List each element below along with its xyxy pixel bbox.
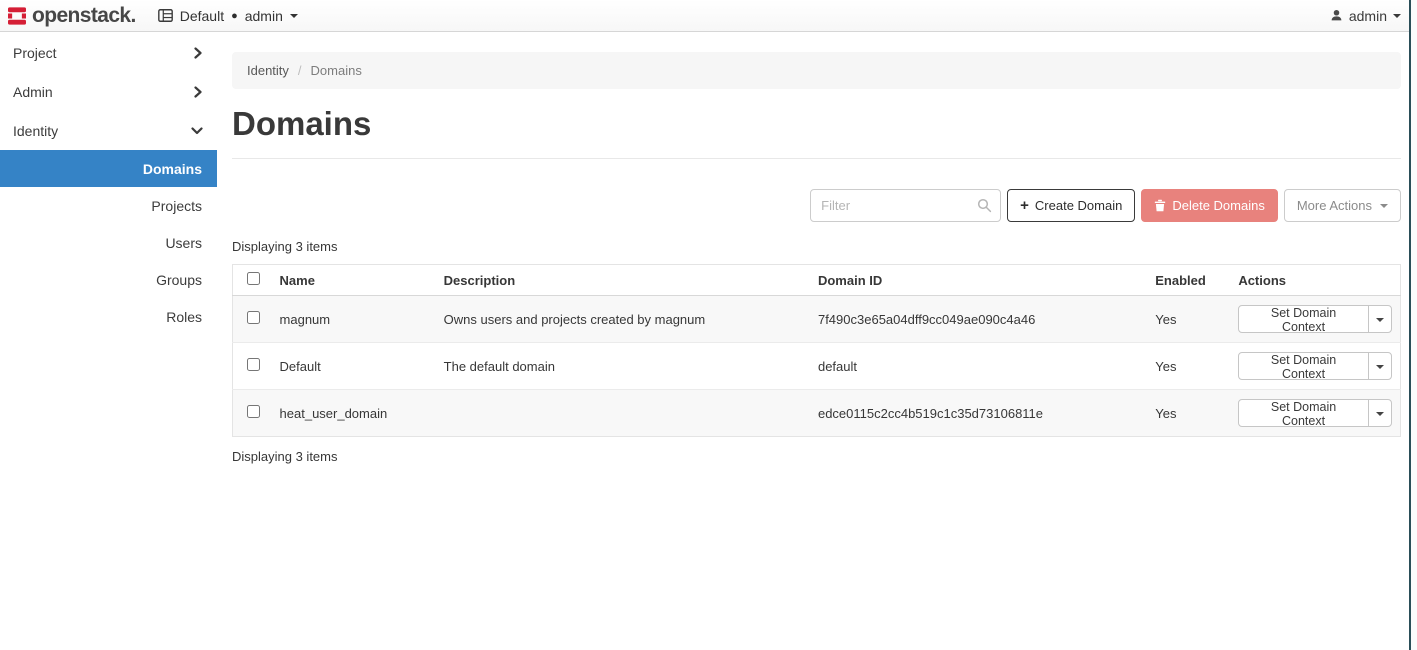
projects-table-icon	[158, 9, 173, 22]
cell-description	[436, 390, 810, 437]
openstack-brand[interactable]: openstack.	[8, 4, 136, 28]
caret-down-icon	[290, 14, 298, 18]
user-menu-label: admin	[1349, 8, 1387, 24]
row-actions-dropdown-toggle[interactable]	[1368, 305, 1392, 333]
breadcrumb: Identity / Domains	[232, 52, 1401, 89]
sidebar-item-domains[interactable]: Domains	[0, 150, 217, 187]
sidebar-nav: Project Admin Identity Domains Projects …	[0, 33, 217, 335]
domain-project-switcher[interactable]: Default ● admin	[158, 8, 298, 24]
cell-name: Default	[272, 343, 436, 390]
trash-icon	[1154, 199, 1166, 212]
row-checkbox[interactable]	[247, 405, 260, 418]
plus-icon: +	[1020, 198, 1029, 213]
sidebar-item-label: Users	[165, 235, 202, 251]
cell-name: magnum	[272, 296, 436, 343]
row-checkbox[interactable]	[247, 358, 260, 371]
cell-enabled: Yes	[1147, 296, 1230, 343]
caret-down-icon	[1380, 204, 1388, 208]
column-header-enabled: Enabled	[1147, 265, 1230, 296]
caret-down-icon	[1376, 412, 1384, 416]
table-header-row: Name Description Domain ID Enabled Actio…	[233, 265, 1401, 296]
column-header-description: Description	[436, 265, 810, 296]
breadcrumb-separator: /	[298, 63, 302, 78]
chevron-right-icon	[193, 47, 203, 59]
openstack-logo-icon	[8, 7, 26, 25]
user-menu[interactable]: admin	[1330, 8, 1407, 24]
more-actions-button[interactable]: More Actions	[1284, 189, 1401, 222]
set-domain-context-button[interactable]: Set Domain Context	[1238, 305, 1368, 333]
breadcrumb-identity-link[interactable]: Identity	[247, 63, 289, 78]
table-toolbar: + Create Domain Delete Domains More Acti…	[232, 189, 1401, 222]
row-actions: Set Domain Context	[1238, 399, 1392, 427]
cell-description: Owns users and projects created by magnu…	[436, 296, 810, 343]
delete-domains-button[interactable]: Delete Domains	[1141, 189, 1278, 222]
items-count-top: Displaying 3 items	[232, 239, 1401, 254]
switcher-domain-label: Default	[180, 8, 224, 24]
sidebar-item-label: Roles	[166, 309, 202, 325]
page-title: Domains	[232, 105, 1401, 143]
sidebar-item-label: Admin	[13, 84, 53, 100]
sidebar-item-label: Projects	[151, 198, 202, 214]
cell-enabled: Yes	[1147, 390, 1230, 437]
brand-wordmark: openstack.	[32, 4, 136, 28]
cell-domain-id: edce0115c2cc4b519c1c35d73106811e	[810, 390, 1147, 437]
delete-domains-label: Delete Domains	[1172, 198, 1265, 213]
row-checkbox[interactable]	[247, 311, 260, 324]
filter-field-wrap	[810, 189, 1001, 222]
title-divider	[232, 158, 1401, 159]
sidebar-item-admin[interactable]: Admin	[0, 72, 217, 111]
row-actions-dropdown-toggle[interactable]	[1368, 399, 1392, 427]
more-actions-label: More Actions	[1297, 198, 1372, 213]
chevron-right-icon	[193, 86, 203, 98]
domains-table: Name Description Domain ID Enabled Actio…	[232, 264, 1401, 437]
sidebar-item-roles[interactable]: Roles	[0, 298, 217, 335]
create-domain-button[interactable]: + Create Domain	[1007, 189, 1135, 222]
filter-input[interactable]	[810, 189, 1001, 222]
user-icon	[1330, 9, 1343, 22]
main-content: Identity / Domains Domains + Create Doma…	[232, 33, 1401, 464]
cell-domain-id: default	[810, 343, 1147, 390]
column-header-actions: Actions	[1230, 265, 1400, 296]
cell-description: The default domain	[436, 343, 810, 390]
column-header-name: Name	[272, 265, 436, 296]
row-actions: Set Domain Context	[1238, 305, 1392, 333]
sidebar-item-users[interactable]: Users	[0, 224, 217, 261]
sidebar-item-label: Project	[13, 45, 57, 61]
table-row: magnum Owns users and projects created b…	[233, 296, 1401, 343]
row-actions-dropdown-toggle[interactable]	[1368, 352, 1392, 380]
cell-name: heat_user_domain	[272, 390, 436, 437]
create-domain-label: Create Domain	[1035, 198, 1122, 213]
chevron-down-icon	[191, 126, 203, 136]
items-count-bottom: Displaying 3 items	[232, 449, 1401, 464]
sidebar-item-identity[interactable]: Identity	[0, 111, 217, 150]
column-header-domain-id: Domain ID	[810, 265, 1147, 296]
window-edge-gutter	[1411, 0, 1417, 650]
cell-domain-id: 7f490c3e65a04dff9cc049ae090c4a46	[810, 296, 1147, 343]
sidebar-item-label: Domains	[143, 161, 202, 177]
table-row: Default The default domain default Yes S…	[233, 343, 1401, 390]
table-row: heat_user_domain edce0115c2cc4b519c1c35d…	[233, 390, 1401, 437]
set-domain-context-button[interactable]: Set Domain Context	[1238, 399, 1368, 427]
switcher-project-label: admin	[245, 8, 283, 24]
cell-enabled: Yes	[1147, 343, 1230, 390]
sidebar-item-project[interactable]: Project	[0, 33, 217, 72]
select-all-checkbox[interactable]	[247, 272, 260, 285]
caret-down-icon	[1393, 14, 1401, 18]
sidebar-item-projects[interactable]: Projects	[0, 187, 217, 224]
breadcrumb-current: Domains	[311, 63, 362, 78]
sidebar-item-label: Identity	[13, 123, 58, 139]
sidebar-item-label: Groups	[156, 272, 202, 288]
top-navbar: openstack. Default ● admin admin	[0, 0, 1417, 32]
caret-down-icon	[1376, 318, 1384, 322]
switcher-separator: ●	[231, 10, 238, 22]
search-icon	[977, 198, 992, 213]
caret-down-icon	[1376, 365, 1384, 369]
row-actions: Set Domain Context	[1238, 352, 1392, 380]
sidebar-item-groups[interactable]: Groups	[0, 261, 217, 298]
set-domain-context-button[interactable]: Set Domain Context	[1238, 352, 1368, 380]
